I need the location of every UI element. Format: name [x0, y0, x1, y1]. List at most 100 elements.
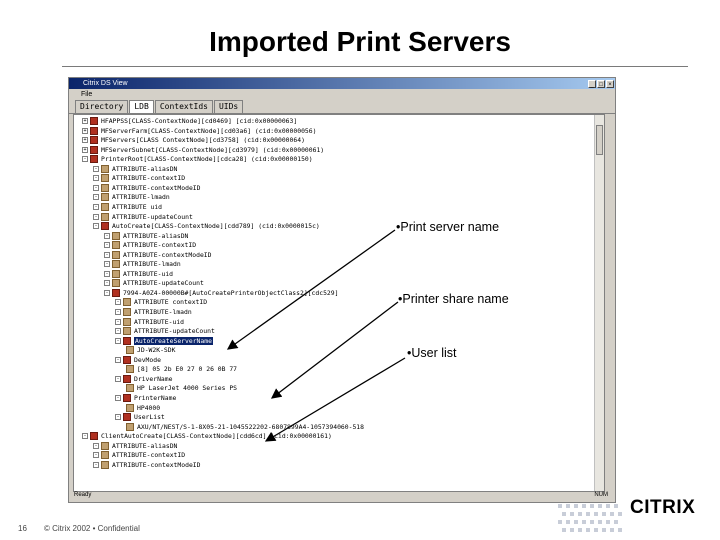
tree-item[interactable]: - ATTRIBUTE-lmadn [115, 308, 192, 317]
collapse-icon[interactable]: - [115, 375, 121, 382]
tree-item[interactable]: - ATTRIBUTE-lmadn [93, 193, 170, 202]
tree-item[interactable]: - ATTRIBUTE-contextID [93, 451, 185, 460]
attribute-icon [112, 241, 120, 250]
tree-item-label: ATTRIBUTE-contextID [112, 451, 186, 460]
tree-item-label: HFAPPSS[CLASS-ContextNode][cd0469] [cid:… [101, 117, 298, 125]
collapse-icon[interactable]: - [115, 414, 121, 421]
tree-item[interactable]: - ClientAutoCreate[CLASS-ContextNode][cdd… [82, 432, 332, 441]
attribute-icon [101, 193, 109, 202]
expand-icon[interactable]: + [82, 137, 88, 144]
tree-item[interactable]: - DriverName [115, 374, 173, 384]
collapse-icon[interactable]: - [115, 337, 121, 344]
collapse-icon[interactable]: - [93, 442, 99, 449]
tab-uids[interactable]: UIDs [213, 100, 244, 113]
tree-item-label: ATTRIBUTE-updateCount [134, 327, 215, 336]
collapse-icon[interactable]: - [104, 280, 110, 287]
collapse-icon[interactable]: - [93, 184, 99, 191]
tree-item-label: DevMode [134, 355, 161, 364]
tree-item[interactable]: - ATTRIBUTE-updateCount [115, 327, 215, 336]
tree-item[interactable]: - ATTRIBUTE-contextModeID [104, 250, 212, 260]
tree-item[interactable]: - ATTRIBUTE-updateCount [104, 279, 204, 288]
tree-item-label: ATTRIBUTE-contextID [123, 241, 197, 250]
tree-item[interactable]: + MFServerSubnet[CLASS-ContextNode][cd397… [82, 145, 324, 155]
tree-item[interactable]: - ATTRIBUTE-contextModeID [93, 183, 201, 193]
collapse-icon[interactable]: - [93, 165, 99, 172]
expand-icon[interactable]: + [82, 127, 88, 134]
minimize-icon[interactable]: _ [588, 79, 596, 88]
vertical-scrollbar[interactable] [594, 115, 604, 491]
scrollbar-thumb[interactable] [596, 125, 603, 155]
tree-item[interactable]: - ATTRIBUTE uid [93, 202, 162, 212]
tree-item[interactable]: - AutoCreate[CLASS-ContextNode][cdd789] (… [93, 222, 320, 231]
tree-item[interactable]: - ATTRIBUTE-aliasDN [93, 164, 177, 174]
tree-item[interactable]: - 7994-A0Z4-00000B#[AutoCreatePrinterObje… [104, 288, 339, 298]
collapse-icon[interactable]: - [115, 394, 121, 401]
tree-item[interactable]: - ATTRIBUTE-updateCount [93, 212, 193, 222]
tree-item[interactable]: - ATTRIBUTE-contextID [104, 241, 196, 250]
tree-item[interactable]: - DevMode [115, 355, 161, 365]
tree-item[interactable]: HP4000 [126, 403, 161, 413]
tree-item[interactable]: - ATTRIBUTE contextID [115, 298, 207, 307]
collapse-icon[interactable]: - [93, 203, 99, 210]
tree-item-label: DriverName [134, 374, 173, 383]
collapse-icon[interactable]: - [82, 433, 88, 440]
attribute-icon [126, 422, 134, 431]
collapse-icon[interactable]: - [104, 289, 110, 296]
expand-icon[interactable]: + [82, 118, 88, 124]
collapse-icon[interactable]: - [115, 299, 121, 306]
tree-item-selected[interactable]: - AutoCreateServerName [115, 336, 213, 346]
tree-item[interactable]: - ATTRIBUTE-aliasDN [93, 441, 177, 451]
collapse-icon[interactable]: - [115, 328, 121, 335]
tree-item[interactable]: JD-W2K-SDK [126, 346, 175, 355]
collapse-icon[interactable]: - [93, 223, 99, 230]
attribute-icon [112, 260, 120, 269]
tree-item-label: ClientAutoCreate[CLASS-ContextNode][cdd6… [101, 432, 332, 441]
tree-item[interactable]: - ATTRIBUTE-contextID [93, 174, 185, 183]
collapse-icon[interactable]: - [93, 461, 99, 468]
collapse-icon[interactable]: - [115, 356, 121, 363]
collapse-icon[interactable]: - [93, 194, 99, 201]
tree-item[interactable]: HP LaserJet 4000 Series PS [126, 384, 237, 393]
collapse-icon[interactable]: - [104, 261, 110, 268]
collapse-icon[interactable]: - [104, 251, 110, 258]
tab-ldb[interactable]: LDB [129, 100, 154, 113]
tab-contextids[interactable]: ContextIds [154, 100, 213, 113]
collapse-icon[interactable]: - [104, 270, 110, 277]
collapse-icon[interactable]: - [115, 309, 121, 315]
maximize-icon[interactable]: □ [597, 79, 605, 88]
tree-item[interactable]: - ATTRIBUTE-uid [115, 317, 184, 327]
tree-item[interactable]: - ATTRIBUTE-lmadn [104, 260, 181, 269]
attribute-icon [112, 269, 120, 278]
tree-item[interactable]: - ATTRIBUTE-aliasDN [104, 231, 188, 241]
tree-item-label: 7994-A0Z4-00000B#[AutoCreatePrinterObjec… [123, 288, 339, 297]
collapse-icon[interactable]: - [93, 175, 99, 182]
tree-item[interactable]: - ATTRIBUTE-uid [104, 269, 173, 279]
tab-directory[interactable]: Directory [75, 100, 129, 113]
tree-item[interactable]: - ATTRIBUTE-contextModeID [93, 460, 201, 470]
collapse-icon[interactable]: - [93, 213, 99, 220]
collapse-icon[interactable]: - [82, 156, 88, 163]
tree-item[interactable]: + HFAPPSS[CLASS-ContextNode][cd0469] [cid… [82, 117, 297, 126]
directory-tree-view[interactable]: + HFAPPSS[CLASS-ContextNode][cd0469] [cid… [73, 114, 605, 492]
tree-item[interactable]: - UserList [115, 413, 165, 422]
node-icon [90, 145, 98, 154]
tree-item-label: ATTRIBUTE-updateCount [112, 212, 193, 221]
tree-item[interactable]: - PrinterName [115, 393, 176, 403]
collapse-icon[interactable]: - [104, 232, 110, 239]
close-icon[interactable]: × [606, 79, 614, 88]
tree-item[interactable]: [8] 05 2b E0 27 0 26 0B 77 [126, 365, 237, 374]
node-icon [90, 155, 98, 164]
tree-item-label: JD-W2K-SDK [137, 346, 176, 355]
collapse-icon[interactable]: - [93, 452, 99, 459]
tree-item-label: HP4000 [137, 403, 161, 412]
menu-file[interactable]: File [81, 91, 92, 98]
tree-item-label: AutoCreate[CLASS-ContextNode][cdd789] (c… [112, 222, 320, 231]
tree-item[interactable]: + MFServers[CLASS ContextNode][cd3758] (c… [82, 136, 305, 145]
collapse-icon[interactable]: - [115, 318, 121, 325]
expand-icon[interactable]: + [82, 146, 88, 153]
attribute-icon [101, 460, 109, 469]
tree-item[interactable]: + MFServerFarm[CLASS-ContextNode][cd03a6]… [82, 126, 316, 136]
tree-item[interactable]: AXU/NT/NEST/S-1-8X05-21-1045522202-68078… [126, 422, 364, 432]
collapse-icon[interactable]: - [104, 242, 110, 249]
tree-item[interactable]: - PrinterRoot[CLASS-ContextNode][cdca28] … [82, 155, 313, 164]
